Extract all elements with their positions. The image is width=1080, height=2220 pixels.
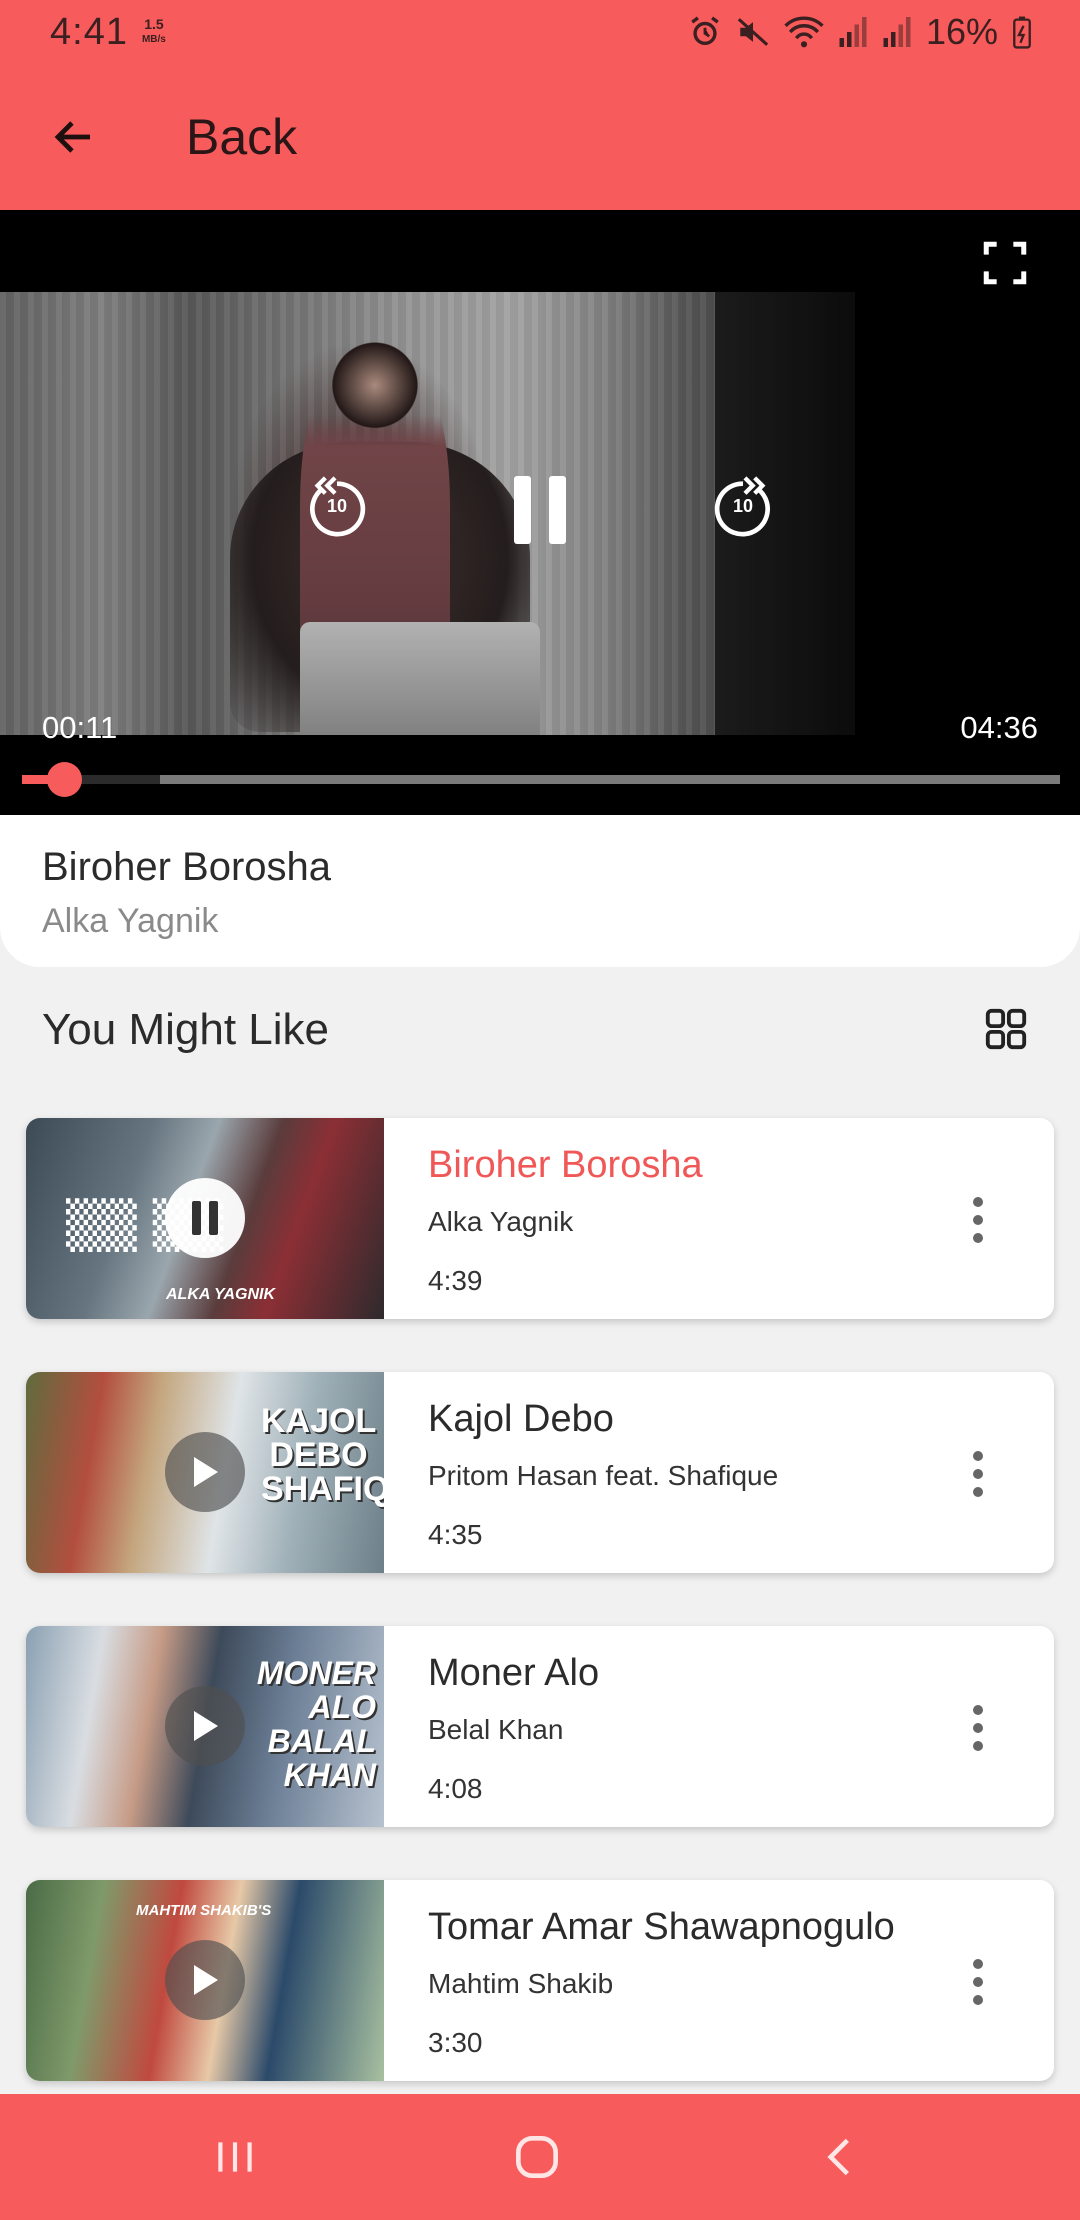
thumb-caption: KAJOL DEBO SHAFIQUE <box>261 1402 384 1508</box>
thumb-play-button[interactable] <box>165 1432 245 1512</box>
back-button-label[interactable]: Back <box>186 108 297 166</box>
song-title: Moner Alo <box>428 1652 600 1694</box>
song-title: Tomar Amar Shawapnogulo <box>428 1906 895 1948</box>
now-playing-title: Biroher Borosha <box>42 845 332 889</box>
pause-icon <box>192 1201 218 1235</box>
mute-icon <box>737 18 769 46</box>
now-playing-artist: Alka Yagnik <box>42 902 219 940</box>
song-duration: 3:30 <box>428 2027 483 2058</box>
thumb-pause-button[interactable] <box>165 1178 245 1258</box>
song-thumbnail[interactable]: KAJOL DEBO SHAFIQUE <box>26 1372 384 1573</box>
seek-thumb[interactable] <box>47 762 82 797</box>
seek-bar[interactable] <box>22 775 1060 784</box>
video-player[interactable]: 10 10 00:11 04:36 <box>0 210 1080 815</box>
forward-seconds: 10 <box>732 496 754 516</box>
song-thumbnail[interactable]: MAHTIM SHAKIB'S <box>26 1880 384 2081</box>
song-card[interactable]: MAHTIM SHAKIB'S Tomar Amar Shawapnogulo … <box>26 1880 1054 2081</box>
thumb-play-button[interactable] <box>165 1686 245 1766</box>
forward-10-button[interactable]: 10 <box>708 472 778 542</box>
total-time: 04:36 <box>960 710 1038 745</box>
now-playing-info: Biroher Borosha Alka Yagnik <box>0 815 1080 967</box>
song-artist: Belal Khan <box>428 1714 564 1745</box>
pause-icon <box>514 476 566 544</box>
song-card[interactable]: ▒▒ ▒▒ ALKA YAGNIK Biroher Borosha Alka Y… <box>26 1118 1054 1319</box>
battery-charging-icon <box>1013 16 1031 49</box>
network-speed-value: 1.5 <box>144 16 164 32</box>
home-icon[interactable] <box>502 2122 572 2192</box>
rewind-seconds: 10 <box>326 496 348 516</box>
network-speed: 1.5 MB/s <box>142 17 166 47</box>
play-icon <box>194 1965 218 1995</box>
status-right: 16% <box>688 11 1032 53</box>
thumb-caption: MAHTIM SHAKIB'S <box>136 1902 272 1919</box>
fullscreen-icon[interactable] <box>980 238 1030 288</box>
song-duration: 4:08 <box>428 1773 483 1804</box>
song-artist: Mahtim Shakib <box>428 1968 614 1999</box>
more-options-icon[interactable] <box>966 1196 990 1244</box>
more-options-icon[interactable] <box>966 1450 990 1498</box>
back-arrow-icon[interactable] <box>44 107 104 167</box>
song-card[interactable]: KAJOL DEBO SHAFIQUE Kajol Debo Pritom Ha… <box>26 1372 1054 1573</box>
alarm-icon <box>691 16 719 46</box>
more-options-icon[interactable] <box>966 1958 990 2006</box>
current-time: 00:11 <box>42 710 118 745</box>
signal-icon-2 <box>883 17 911 47</box>
grid-view-icon[interactable] <box>983 1006 1029 1052</box>
more-options-icon[interactable] <box>966 1704 990 1752</box>
signal-icon <box>839 17 867 47</box>
recent-apps-icon[interactable] <box>200 2122 270 2192</box>
status-left: 4:41 1.5 MB/s <box>50 11 166 54</box>
song-thumbnail[interactable]: MONER ALO BALAL KHAN <box>26 1626 384 1827</box>
song-title: Biroher Borosha <box>428 1144 703 1186</box>
status-time: 4:41 <box>50 10 128 53</box>
rewind-10-button[interactable]: 10 <box>302 472 372 542</box>
network-speed-unit: MB/s <box>141 34 166 45</box>
app-bar: Back <box>0 64 1080 210</box>
play-icon <box>194 1711 218 1741</box>
section-title: You Might Like <box>42 1005 330 1054</box>
pause-button[interactable] <box>508 474 572 546</box>
battery-percent: 16% <box>925 11 998 52</box>
top-header: 4:41 1.5 MB/s 16% Back <box>0 0 1080 210</box>
status-bar: 4:41 1.5 MB/s 16% <box>0 0 1080 64</box>
song-artist: Pritom Hasan feat. Shafique <box>428 1460 779 1491</box>
song-title: Kajol Debo <box>428 1398 614 1440</box>
thumb-caption: ALKA YAGNIK <box>166 1286 276 1303</box>
song-duration: 4:35 <box>428 1519 483 1550</box>
song-artist: Alka Yagnik <box>428 1206 574 1237</box>
song-card[interactable]: MONER ALO BALAL KHAN Moner Alo Belal Kha… <box>26 1626 1054 1827</box>
song-duration: 4:39 <box>428 1265 483 1296</box>
system-nav-bar <box>0 2094 1080 2220</box>
system-back-icon[interactable] <box>804 2122 874 2192</box>
song-thumbnail[interactable]: ▒▒ ▒▒ ALKA YAGNIK <box>26 1118 384 1319</box>
thumb-play-button[interactable] <box>165 1940 245 2020</box>
wifi-icon <box>784 16 824 48</box>
play-icon <box>194 1457 218 1487</box>
